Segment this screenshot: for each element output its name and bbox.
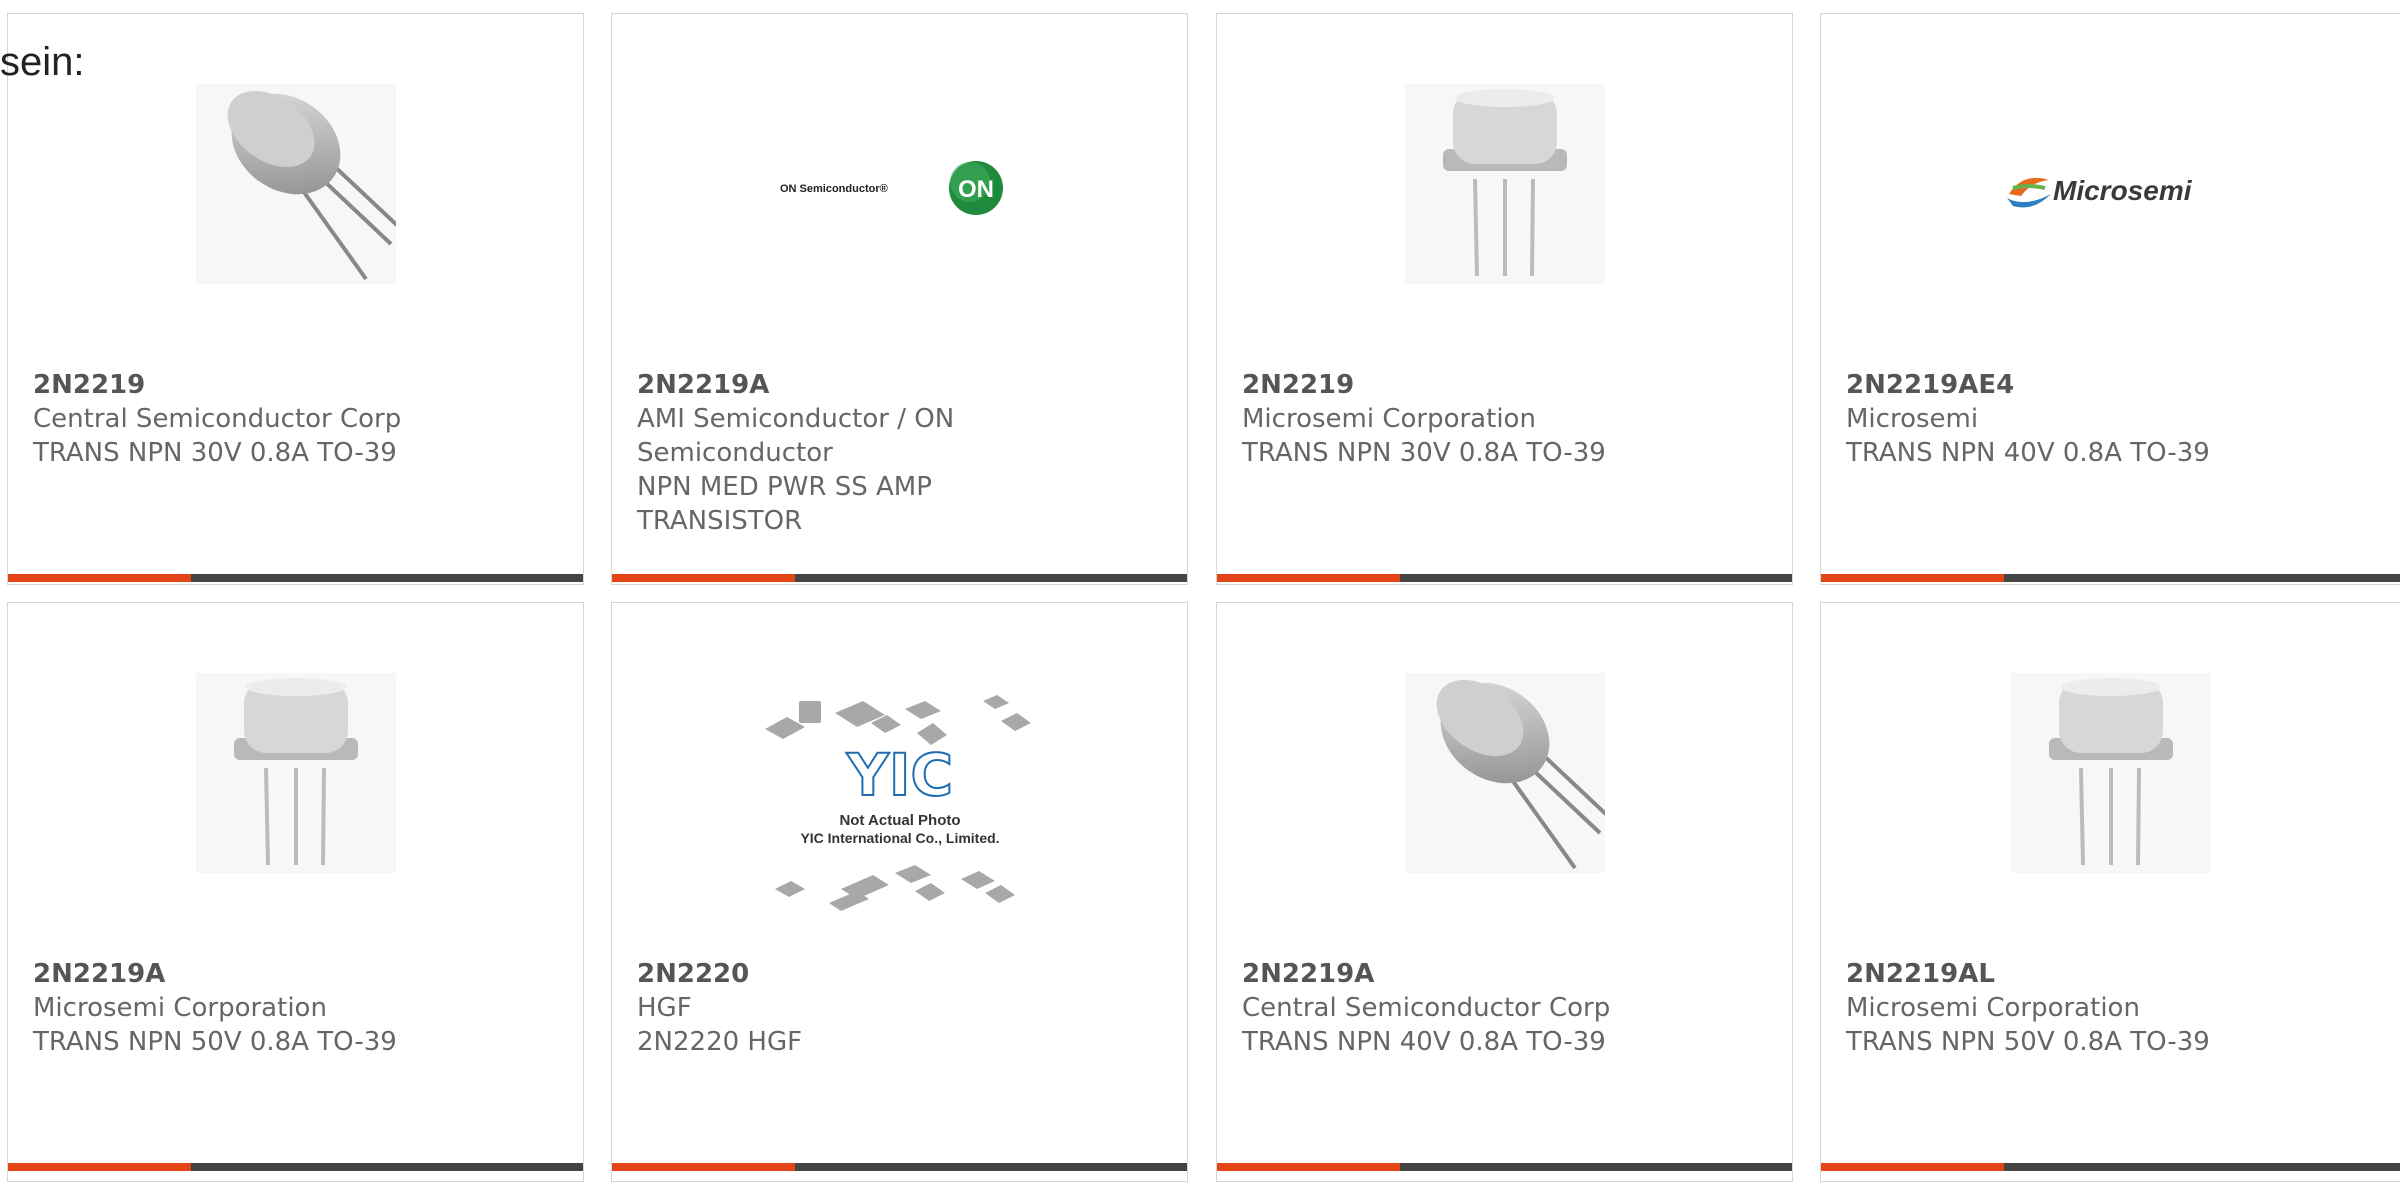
manufacturer: Central Semiconductor Corp [33, 404, 402, 434]
product-card[interactable]: 2N2219 Central Semiconductor Corp TRANS … [7, 13, 584, 585]
transistor-image [1404, 673, 1611, 873]
product-card[interactable]: ON Semiconductor® ON 2N2219A AMI Semicon… [611, 13, 1188, 585]
transistor-image [195, 84, 402, 284]
placeholder-line-2: YIC International Co., Limited. [800, 830, 999, 846]
card-bar [1217, 1163, 1792, 1171]
svg-text:YIC: YIC [845, 741, 952, 809]
product-card[interactable]: 2N2219 Microsemi Corporation TRANS NPN 3… [1216, 13, 1793, 585]
part-number[interactable]: 2N2219AE4 [1846, 368, 2375, 402]
part-number[interactable]: 2N2219A [637, 368, 1162, 402]
manufacturer: HGF [637, 993, 692, 1023]
product-info: 2N2219A Central Semiconductor Corp TRANS… [1242, 957, 1767, 1059]
card-bar [1821, 574, 2400, 582]
manufacturer: AMI Semiconductor / ON Semiconductor [637, 404, 955, 468]
manufacturer: Central Semiconductor Corp [1242, 993, 1611, 1023]
card-bar [612, 1163, 1187, 1171]
product-card[interactable]: 2N2219A Microsemi Corporation TRANS NPN … [7, 602, 584, 1182]
manufacturer: Microsemi Corporation [1846, 993, 2140, 1023]
yic-placeholder-image: YIC Not Actual Photo YIC International C… [764, 693, 1035, 933]
manufacturer: Microsemi Corporation [1242, 404, 1536, 434]
part-number[interactable]: 2N2219 [33, 368, 558, 402]
product-card[interactable]: YIC Not Actual Photo YIC International C… [611, 602, 1188, 1182]
product-info: 2N2220 HGF 2N2220 HGF [637, 957, 1162, 1059]
card-bar [8, 1163, 583, 1171]
part-number[interactable]: 2N2220 [637, 957, 1162, 991]
product-info: 2N2219A Microsemi Corporation TRANS NPN … [33, 957, 558, 1059]
intro-text: sein: [0, 40, 85, 84]
card-bar [1821, 1163, 2400, 1171]
product-card[interactable]: 2N2219A Central Semiconductor Corp TRANS… [1216, 602, 1793, 1182]
description: TRANS NPN 50V 0.8A TO-39 [1846, 1027, 2210, 1057]
part-number[interactable]: 2N2219 [1242, 368, 1767, 402]
description: TRANS NPN 30V 0.8A TO-39 [1242, 438, 1606, 468]
product-info: 2N2219 Central Semiconductor Corp TRANS … [33, 368, 558, 470]
part-number[interactable]: 2N2219A [1242, 957, 1767, 991]
transistor-image [1404, 84, 1605, 284]
part-number[interactable]: 2N2219AL [1846, 957, 2375, 991]
description: NPN MED PWR SS AMP TRANSISTOR [637, 472, 932, 536]
product-info: 2N2219AL Microsemi Corporation TRANS NPN… [1846, 957, 2375, 1059]
description: TRANS NPN 50V 0.8A TO-39 [33, 1027, 397, 1057]
product-card[interactable]: 2N2219AL Microsemi Corporation TRANS NPN… [1820, 602, 2400, 1182]
part-number[interactable]: 2N2219A [33, 957, 558, 991]
product-info: 2N2219A AMI Semiconductor / ON Semicondu… [637, 368, 1162, 538]
transistor-image [195, 673, 396, 873]
card-bar [612, 574, 1187, 582]
product-card[interactable]: Microsemi 2N2219AE4 Microsemi TRANS NPN … [1820, 13, 2400, 585]
product-info: 2N2219 Microsemi Corporation TRANS NPN 3… [1242, 368, 1767, 470]
manufacturer: Microsemi [1846, 404, 1979, 434]
description: TRANS NPN 40V 0.8A TO-39 [1846, 438, 2210, 468]
transistor-image [2010, 673, 2211, 873]
description: TRANS NPN 40V 0.8A TO-39 [1242, 1027, 1606, 1057]
description: 2N2220 HGF [637, 1027, 803, 1057]
description: TRANS NPN 30V 0.8A TO-39 [33, 438, 397, 468]
microsemi-logo: Microsemi [2001, 84, 2221, 284]
card-bar [1217, 574, 1792, 582]
product-grid: 2N2219 Central Semiconductor Corp TRANS … [0, 0, 2400, 1182]
microsemi-logo-text: Microsemi [2053, 175, 2193, 206]
on-badge-text: ON [958, 176, 994, 203]
on-logo-text: ON Semiconductor® [780, 183, 888, 195]
on-semiconductor-logo: ON Semiconductor® ON [780, 84, 1020, 284]
placeholder-line-1: Not Actual Photo [839, 812, 960, 829]
product-info: 2N2219AE4 Microsemi TRANS NPN 40V 0.8A T… [1846, 368, 2375, 470]
manufacturer: Microsemi Corporation [33, 993, 327, 1023]
card-bar [8, 574, 583, 582]
